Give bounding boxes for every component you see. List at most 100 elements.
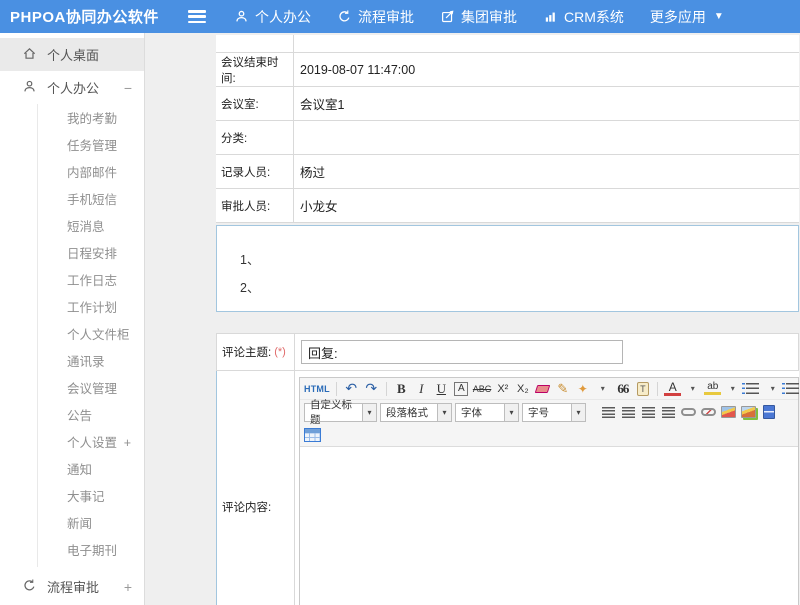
font-size-select[interactable]: 字号 ▾: [522, 403, 586, 422]
sidebar-item-personal-desktop[interactable]: 个人桌面: [0, 38, 144, 71]
paragraph-format-select[interactable]: 段落格式 ▾: [380, 403, 452, 422]
align-left-icon[interactable]: [602, 407, 615, 418]
expand-icon[interactable]: +: [124, 430, 131, 457]
link-icon[interactable]: [681, 408, 696, 416]
sidebar-item-announcement[interactable]: 公告: [38, 403, 144, 430]
align-center-icon[interactable]: [622, 407, 635, 418]
comment-subject-row: 评论主题: (*): [216, 333, 799, 371]
strikethrough-icon[interactable]: ABC: [473, 380, 492, 398]
chevron-down-icon: ▾: [571, 404, 585, 421]
select-value: 自定义标题: [310, 397, 362, 427]
comment-subject-input[interactable]: [301, 340, 623, 364]
sidebar-item-label: 个人设置: [67, 430, 117, 457]
html-source-button[interactable]: HTML: [304, 380, 330, 398]
chevron-down-icon[interactable]: ▾: [724, 380, 741, 398]
nav-crm-system[interactable]: CRM系统: [543, 7, 624, 27]
quick-format-icon[interactable]: ✦: [574, 380, 591, 398]
sidebar-item-label: 流程审批: [47, 577, 99, 596]
sidebar-item-task-management[interactable]: 任务管理: [38, 133, 144, 160]
chevron-down-icon: ▼: [714, 11, 724, 22]
meeting-notes-box[interactable]: 1、 2、: [216, 225, 799, 312]
blockquote-icon[interactable]: 66: [614, 380, 631, 398]
unordered-list-icon[interactable]: [786, 383, 799, 394]
insert-table-icon[interactable]: [304, 428, 321, 442]
table-row: 分类:: [216, 121, 799, 155]
italic-icon[interactable]: I: [413, 380, 430, 398]
meeting-end-time-value: 2019-08-07 11:47:00: [294, 53, 799, 86]
font-family-select[interactable]: 字体 ▾: [455, 403, 519, 422]
align-right-icon[interactable]: [642, 407, 655, 418]
sidebar-item-milestones[interactable]: 大事记: [38, 484, 144, 511]
meeting-detail-table: 会议结束时间: 2019-08-07 11:47:00 会议室: 会议室1 分类…: [216, 35, 799, 223]
remove-format-icon[interactable]: A: [454, 382, 468, 396]
comment-form: 评论主题: (*) 评论内容: HTML: [216, 333, 799, 605]
meeting-room-value: 会议室1: [294, 87, 799, 120]
process-cycle-icon: [337, 9, 352, 24]
heading-select[interactable]: 自定义标题 ▾: [304, 403, 377, 422]
expand-icon[interactable]: +: [124, 579, 132, 595]
notes-line: 2、: [240, 274, 798, 302]
sidebar-item-news[interactable]: 新闻: [38, 511, 144, 538]
sidebar-item-my-attendance[interactable]: 我的考勤: [38, 106, 144, 133]
toolbar-separator: [336, 382, 337, 396]
nav-label: CRM系统: [564, 7, 624, 27]
sidebar-item-notification[interactable]: 通知: [38, 457, 144, 484]
category-label: 分类:: [216, 121, 294, 154]
sidebar-item-schedule[interactable]: 日程安排: [38, 241, 144, 268]
sidebar-item-internal-mail[interactable]: 内部邮件: [38, 160, 144, 187]
comment-content-row: 评论内容: HTML ↶ ↷ B I: [216, 371, 799, 605]
meeting-end-time-label: 会议结束时间:: [216, 53, 294, 86]
nav-personal-office[interactable]: 个人办公: [234, 7, 311, 27]
sidebar-item-personal-files[interactable]: 个人文件柜: [38, 322, 144, 349]
sidebar-item-contacts[interactable]: 通讯录: [38, 349, 144, 376]
sidebar-item-personal-settings[interactable]: 个人设置 +: [38, 430, 144, 457]
unlink-icon[interactable]: [701, 408, 716, 416]
nav-label: 更多应用: [650, 7, 706, 27]
sidebar-item-work-log[interactable]: 工作日志: [38, 268, 144, 295]
underline-icon[interactable]: U: [433, 380, 450, 398]
table-row: 记录人员: 杨过: [216, 155, 799, 189]
sidebar-item-personal-office[interactable]: 个人办公 −: [0, 71, 144, 104]
person-icon: [234, 9, 249, 24]
chevron-down-icon[interactable]: ▾: [594, 380, 611, 398]
nav-more-apps[interactable]: 更多应用 ▼: [650, 7, 724, 27]
nav-group-approval[interactable]: 集团审批: [440, 7, 517, 27]
sidebar-item-label: 个人桌面: [47, 45, 99, 64]
collapse-icon[interactable]: −: [124, 80, 132, 96]
sidebar-item-short-message[interactable]: 短消息: [38, 214, 144, 241]
menu-toggle-icon[interactable]: [188, 10, 206, 23]
ordered-list-icon[interactable]: [746, 383, 759, 394]
redo-icon[interactable]: ↷: [363, 380, 380, 398]
sidebar-item-work-plan[interactable]: 工作计划: [38, 295, 144, 322]
approver-label: 审批人员:: [216, 189, 294, 222]
sidebar-item-meeting-management[interactable]: 会议管理: [38, 376, 144, 403]
subscript-icon[interactable]: X₂: [514, 380, 531, 398]
chevron-down-icon[interactable]: ▾: [764, 380, 781, 398]
sidebar-item-process-approval[interactable]: 流程审批 +: [0, 570, 144, 603]
editor-content-area[interactable]: [300, 447, 798, 605]
bold-icon[interactable]: B: [393, 380, 410, 398]
eraser-icon[interactable]: [535, 385, 551, 393]
editor-toolbar-row1: HTML ↶ ↷ B I U A ABC X²: [300, 378, 798, 400]
format-brush-icon[interactable]: ✎: [554, 380, 571, 398]
sidebar-item-sms[interactable]: 手机短信: [38, 187, 144, 214]
nav-label: 个人办公: [255, 7, 311, 27]
image-icon[interactable]: [721, 406, 736, 418]
required-mark: (*): [274, 346, 286, 358]
highlight-color-icon[interactable]: ab: [704, 382, 721, 395]
undo-icon[interactable]: ↶: [343, 380, 360, 398]
home-icon: [22, 46, 37, 64]
align-justify-icon[interactable]: [662, 407, 675, 418]
comment-subject-value-cell: [295, 334, 798, 370]
multi-image-icon[interactable]: [741, 406, 756, 418]
media-icon[interactable]: [763, 405, 775, 419]
table-row: 会议结束时间: 2019-08-07 11:47:00: [216, 53, 799, 87]
nav-process-approval[interactable]: 流程审批: [337, 7, 414, 27]
sidebar-item-e-journal[interactable]: 电子期刊: [38, 538, 144, 565]
personal-office-submenu: 我的考勤 任务管理 内部邮件 手机短信 短消息 日程安排 工作日志 工作计划 个…: [37, 104, 144, 567]
superscript-icon[interactable]: X²: [494, 380, 511, 398]
comment-subject-label: 评论主题:: [222, 344, 271, 360]
font-color-icon[interactable]: A: [664, 382, 681, 396]
paste-as-text-icon[interactable]: T: [637, 382, 649, 396]
chevron-down-icon[interactable]: ▾: [684, 380, 701, 398]
